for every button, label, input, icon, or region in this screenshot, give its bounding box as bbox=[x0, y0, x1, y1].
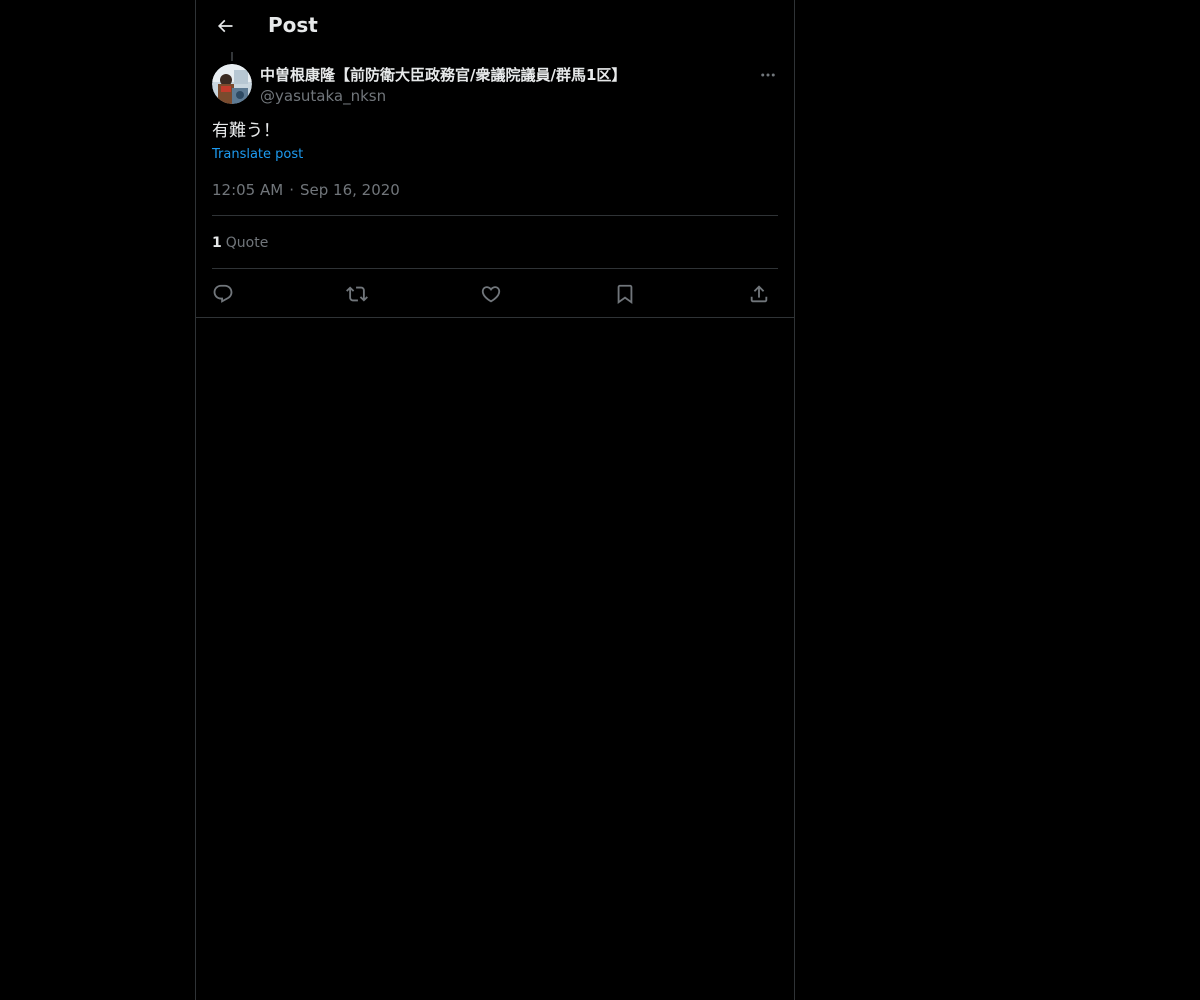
divider bbox=[212, 215, 778, 216]
reply-icon bbox=[212, 283, 234, 305]
quote-label: Quote bbox=[225, 235, 269, 251]
divider bbox=[212, 268, 778, 269]
page-title: Post bbox=[268, 13, 318, 37]
translate-post-link[interactable]: Translate post bbox=[212, 146, 303, 164]
repost-icon bbox=[346, 283, 368, 305]
post-timestamp[interactable]: 12:05 AM · Sep 16, 2020 bbox=[212, 180, 400, 200]
avatar[interactable] bbox=[212, 64, 252, 104]
like-button[interactable] bbox=[475, 278, 507, 310]
action-bar bbox=[212, 278, 778, 310]
post-bottom-border bbox=[196, 317, 794, 318]
quote-count: 1 bbox=[212, 235, 222, 251]
post-date: Sep 16, 2020 bbox=[299, 181, 400, 199]
meta-separator: · bbox=[289, 181, 294, 199]
top-bar: Post bbox=[196, 0, 794, 53]
bookmark-icon bbox=[614, 283, 636, 305]
bookmark-button[interactable] bbox=[609, 278, 641, 310]
more-options-button[interactable] bbox=[754, 64, 782, 86]
arrow-left-icon bbox=[215, 16, 235, 36]
main-column: Post 中曽根康隆【前防衛大臣政務官/衆議院議員/群馬1区】 @yasutak… bbox=[195, 0, 795, 1000]
author-display-name[interactable]: 中曽根康隆【前防衛大臣政務官/衆議院議員/群馬1区】 bbox=[260, 64, 730, 86]
post-author: 中曽根康隆【前防衛大臣政務官/衆議院議員/群馬1区】 @yasutaka_nks… bbox=[260, 64, 730, 106]
share-button[interactable] bbox=[743, 278, 775, 310]
post-text: 有難う！ bbox=[212, 121, 280, 141]
repost-button[interactable] bbox=[341, 278, 373, 310]
author-handle[interactable]: @yasutaka_nksn bbox=[260, 86, 730, 106]
back-button[interactable] bbox=[208, 9, 242, 43]
reply-button[interactable] bbox=[207, 278, 239, 310]
quote-stat[interactable]: 1 Quote bbox=[212, 233, 268, 253]
heart-icon bbox=[480, 283, 502, 305]
share-icon bbox=[748, 283, 770, 305]
more-horizontal-icon bbox=[759, 66, 777, 84]
post-time: 12:05 AM bbox=[212, 181, 284, 199]
thread-connector bbox=[231, 52, 233, 61]
